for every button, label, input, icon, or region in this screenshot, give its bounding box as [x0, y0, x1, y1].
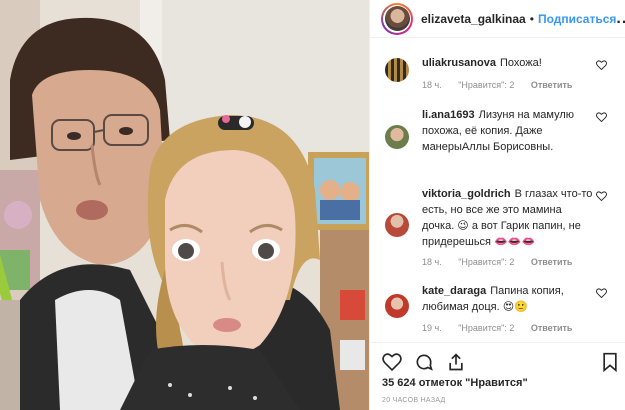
more-options-icon[interactable]: ... [616, 10, 625, 28]
post-header: elizaveta_galkinaa • Подписаться ... [370, 0, 625, 38]
comment-likes[interactable]: "Нравится": 2 [458, 323, 514, 333]
comment-likes[interactable]: "Нравится": 2 [458, 80, 514, 90]
post-side-panel: elizaveta_galkinaa • Подписаться ... uli… [369, 0, 625, 410]
post-photo[interactable] [0, 0, 369, 410]
comment-time: 18 ч. [422, 257, 442, 267]
comment-meta: 19 ч. "Нравится": 2 Ответить [422, 323, 586, 333]
commenter-username[interactable]: li.ana1693 [422, 109, 475, 121]
comment-meta: 18 ч. "Нравится": 2 Ответить [422, 257, 586, 267]
follow-button[interactable]: Подписаться [538, 12, 616, 26]
comment-likes[interactable]: "Нравится": 2 [458, 257, 514, 267]
comment-time: 18 ч. [422, 80, 442, 90]
post-photo-image [0, 0, 369, 410]
likes-count[interactable]: 35 624 отметок "Нравится" [382, 377, 528, 389]
commenter-username[interactable]: kate_daraga [422, 285, 486, 297]
author-avatar[interactable] [381, 2, 413, 35]
bookmark-icon[interactable] [600, 352, 620, 372]
commenter-avatar[interactable] [385, 213, 409, 237]
comment-meta: 18 ч. "Нравится": 2 Ответить [422, 80, 586, 90]
heart-icon[interactable] [596, 288, 607, 298]
heart-icon[interactable] [596, 191, 607, 201]
author-username[interactable]: elizaveta_galkinaa [421, 12, 526, 26]
header-separator: • [529, 11, 534, 26]
commenter-avatar[interactable] [385, 125, 409, 149]
share-icon[interactable] [446, 352, 466, 372]
heart-icon[interactable] [382, 352, 402, 372]
comments-list[interactable]: uliakrusanova Похожа! 18 ч. "Нравится": 2… [370, 45, 625, 342]
post-timestamp: 20 ЧАСОВ НАЗАД [382, 397, 446, 404]
heart-icon[interactable] [596, 112, 607, 122]
heart-icon[interactable] [596, 60, 607, 70]
commenter-username[interactable]: viktoria_goldrich [422, 188, 511, 200]
commenter-avatar[interactable] [385, 58, 409, 82]
comment-icon[interactable] [414, 352, 434, 372]
post-actions [370, 342, 625, 374]
reply-button[interactable]: Ответить [531, 323, 573, 333]
commenter-username[interactable]: uliakrusanova [422, 57, 496, 69]
comment-time: 19 ч. [422, 323, 442, 333]
reply-button[interactable]: Ответить [531, 257, 573, 267]
commenter-avatar[interactable] [385, 294, 409, 318]
comment-text: Похожа! [499, 57, 542, 69]
reply-button[interactable]: Ответить [531, 80, 573, 90]
